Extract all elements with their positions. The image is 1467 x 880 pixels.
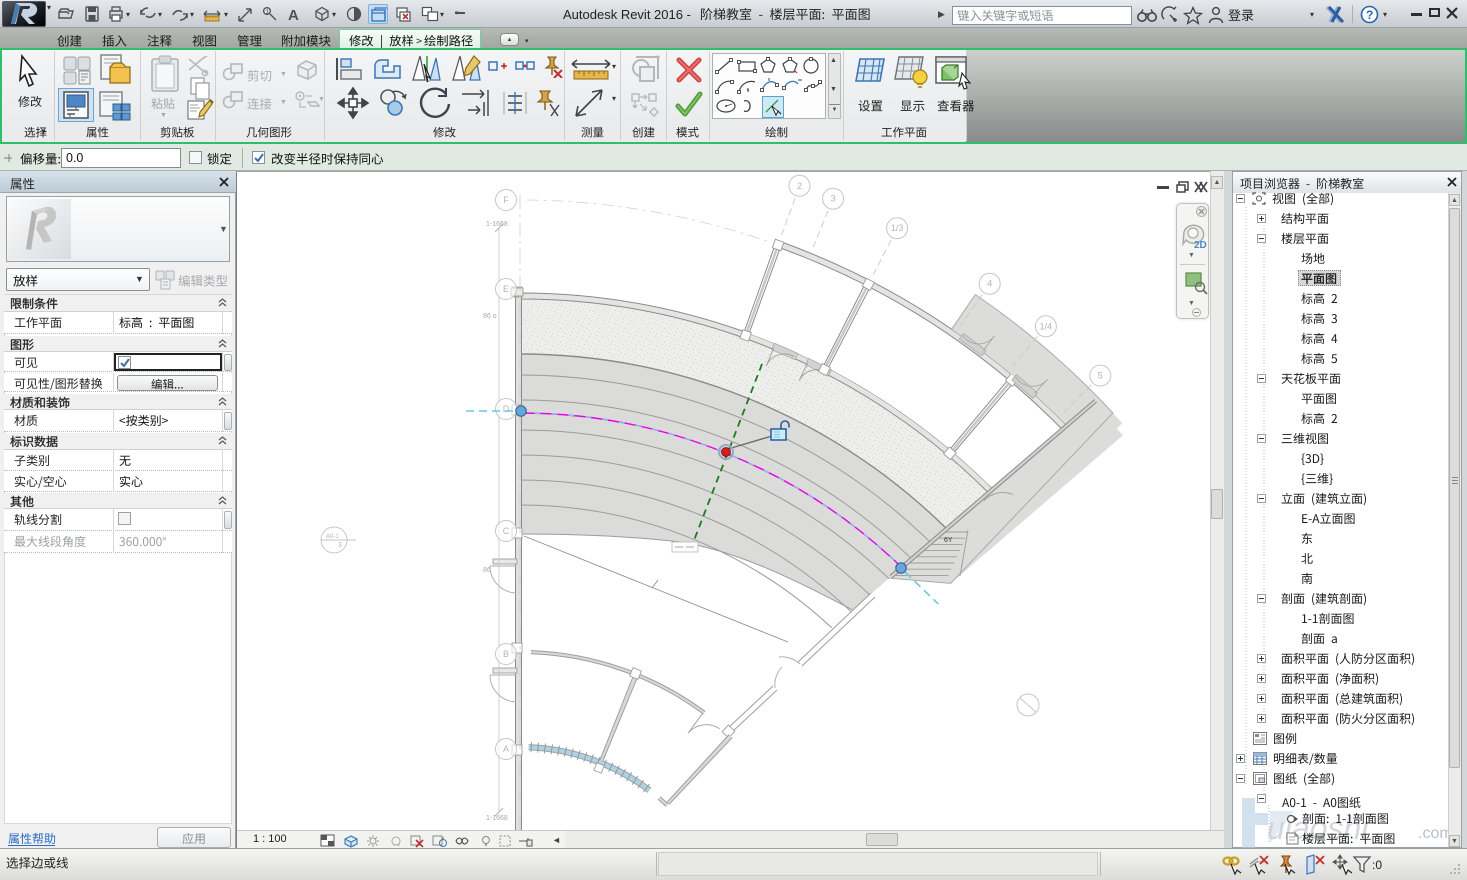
svg-text:F: F (503, 195, 509, 205)
svg-text:2: 2 (797, 181, 802, 191)
svg-text:86: 86 (483, 567, 491, 574)
svg-text:B: B (503, 649, 509, 659)
svg-text:3: 3 (831, 194, 836, 204)
svg-text:1-1668: 1-1668 (486, 815, 508, 822)
svg-text:D: D (503, 404, 510, 414)
svg-text:1-1668: 1-1668 (486, 221, 508, 228)
svg-text:E: E (503, 284, 509, 294)
svg-text:6Y: 6Y (944, 537, 953, 544)
svg-text:4: 4 (987, 279, 992, 289)
svg-text:5: 5 (1098, 371, 1103, 381)
svg-text:?: ? (1366, 8, 1373, 22)
svg-text:3: 3 (338, 542, 342, 549)
svg-text:A0-1: A0-1 (326, 534, 339, 540)
svg-text:A: A (503, 744, 509, 754)
svg-text:1/4: 1/4 (1040, 321, 1053, 331)
svg-text:C: C (503, 526, 510, 536)
svg-text:2D: 2D (1194, 240, 1207, 250)
svg-text:A: A (288, 7, 299, 24)
svg-text:86 o: 86 o (483, 313, 497, 320)
svg-text:1/3: 1/3 (891, 223, 904, 233)
